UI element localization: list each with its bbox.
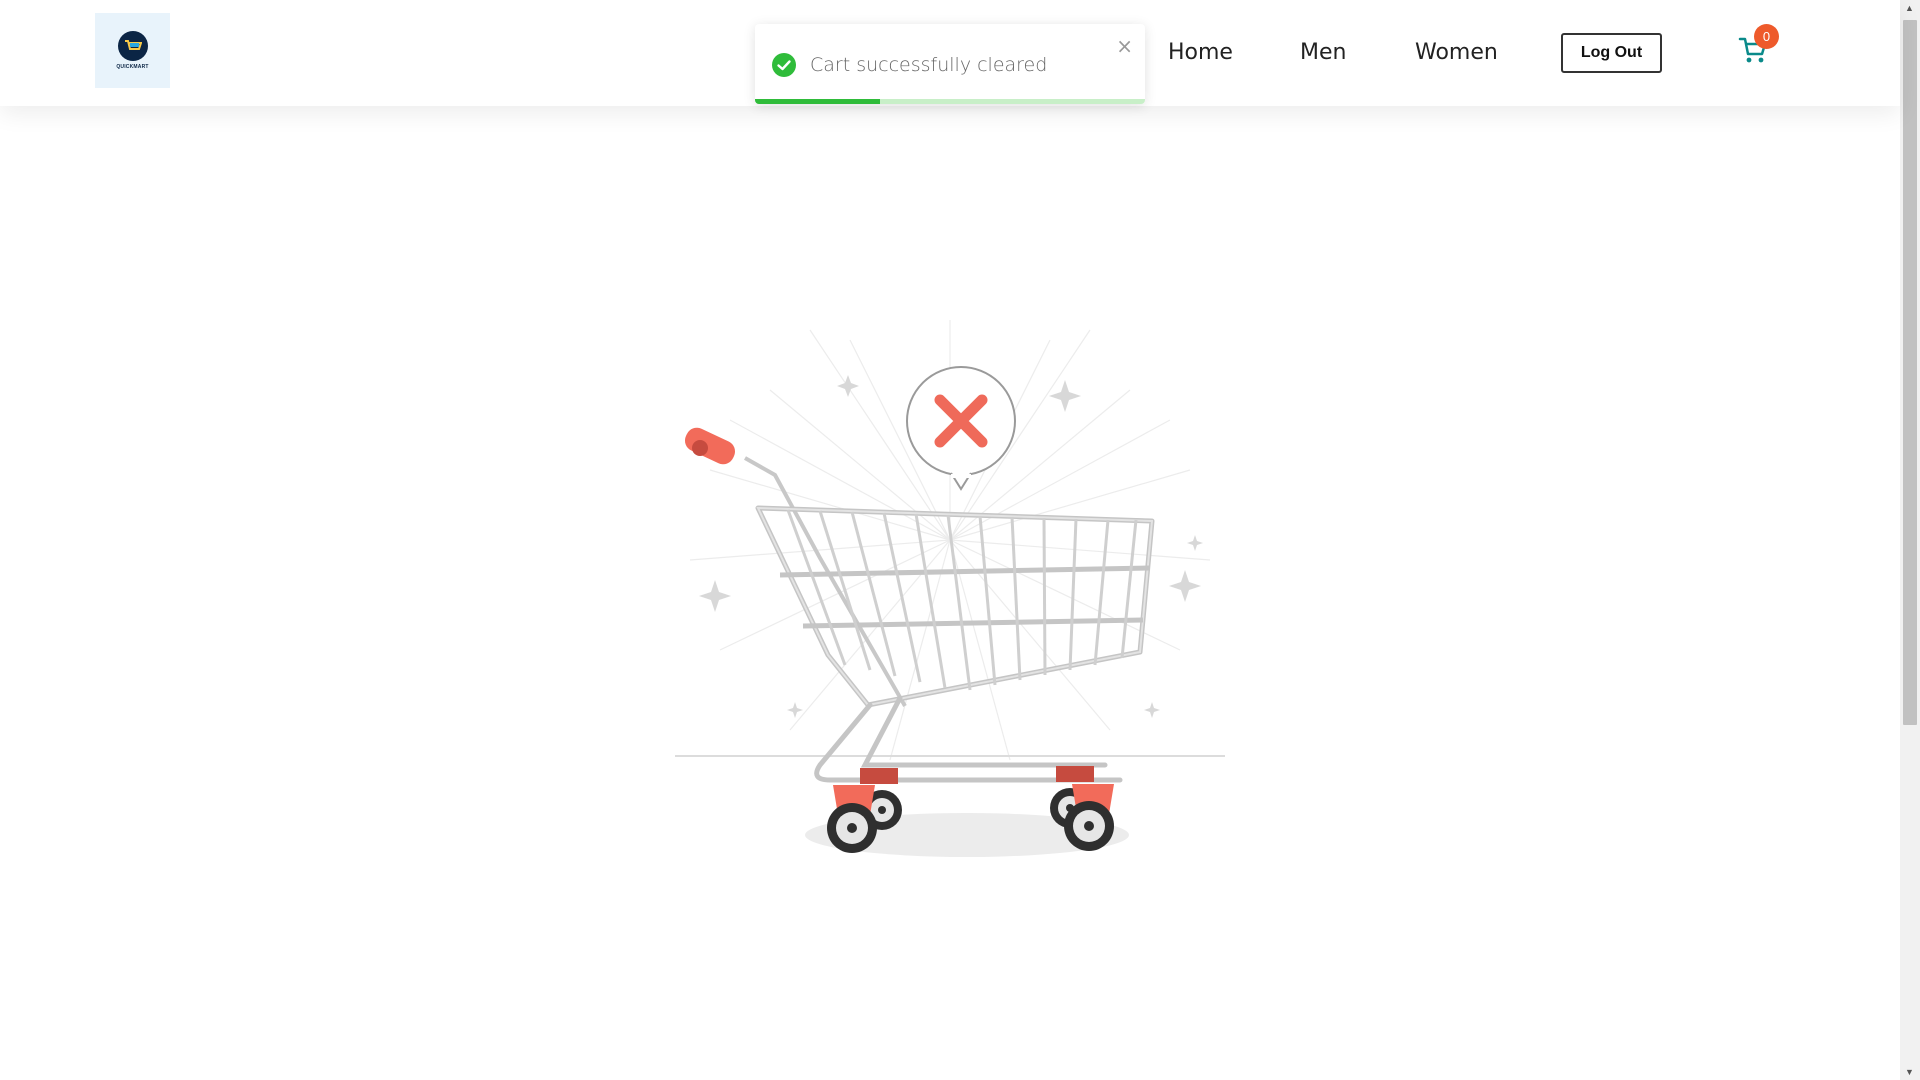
cart-count-badge: 0 [1754,24,1779,49]
toast-notification: Cart successfully cleared × [755,24,1145,104]
toast-progress-track [755,99,1145,104]
scrollbar-thumb[interactable] [1903,20,1917,725]
vertical-scrollbar[interactable]: ▲ ▼ [1900,0,1920,1080]
toast-progress-bar [755,99,880,104]
toast-message: Cart successfully cleared [810,54,1048,76]
nav-women[interactable]: Women [1415,40,1498,65]
nav-home[interactable]: Home [1168,40,1233,65]
empty-cart-x-icon [906,366,1016,491]
scroll-up-icon[interactable]: ▲ [1905,3,1914,13]
close-icon[interactable]: × [1116,34,1133,58]
logout-button[interactable]: Log Out [1561,33,1662,73]
logo-text: QUICKMART [116,64,149,70]
nav-men[interactable]: Men [1300,40,1346,65]
cart-logo-icon [117,31,148,61]
empty-cart-illustration [670,310,1230,870]
scroll-down-icon[interactable]: ▼ [1905,1067,1914,1077]
site-logo[interactable]: QUICKMART [95,13,170,88]
check-circle-icon [772,53,796,77]
page: QUICKMART Home Men Women Log Out 0 Cart … [0,0,1920,1080]
